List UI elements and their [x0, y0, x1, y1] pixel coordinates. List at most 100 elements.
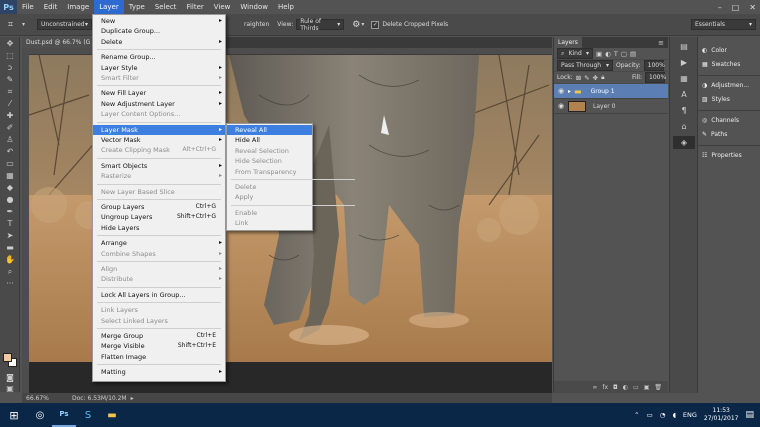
eye-icon[interactable]: ◉ [557, 102, 565, 110]
ratio-select[interactable]: Unconstrained ▾ [37, 19, 93, 30]
menu-item-lock-all-layers-in-group[interactable]: Lock All Layers in Group... [93, 290, 225, 300]
clock[interactable]: 11:53 27/01/2017 [704, 407, 739, 423]
file-explorer-icon[interactable]: ▬ [100, 403, 124, 427]
expand-arrow-icon[interactable]: ▸ [568, 88, 571, 95]
panel-channels[interactable]: ◎ Channels [698, 113, 760, 127]
menu-item-reveal-all[interactable]: Reveal All [227, 125, 312, 135]
panel-paths[interactable]: ✎ Paths [698, 127, 760, 141]
menu-filter[interactable]: Filter [181, 0, 208, 14]
menu-window[interactable]: Window [235, 0, 273, 14]
menu-item-new-fill-layer[interactable]: New Fill Layer ▸ [93, 88, 225, 98]
filter-smart-icon[interactable]: ▤ [630, 50, 636, 58]
battery-icon[interactable]: ▭ [647, 411, 653, 419]
foreground-color-swatch[interactable] [3, 353, 12, 362]
document-tab[interactable]: Dust.psd @ 66.7% (G [22, 37, 95, 48]
layer-row-group-1[interactable]: ◉ ▸ ▬ Group 1 [554, 84, 668, 99]
clone-stamp-tool-icon[interactable]: ♙ [3, 135, 17, 145]
notifications-icon[interactable]: ▤ [745, 410, 754, 420]
dodge-tool-icon[interactable]: ● [3, 195, 17, 205]
menu-select[interactable]: Select [150, 0, 182, 14]
zoom-level[interactable]: 66.67% [26, 395, 56, 402]
menu-item-hide-all[interactable]: Hide All [227, 135, 312, 145]
lock-pixels-icon[interactable]: ✎ [584, 74, 589, 82]
adjustment-icon[interactable]: ◐ [623, 384, 628, 391]
panel-adjustments[interactable]: ◑ Adjustmen... [698, 78, 760, 92]
tray-up-arrow-icon[interactable]: ⌃ [634, 411, 639, 419]
menu-item-merge-group[interactable]: Merge Group Ctrl+E [93, 331, 225, 341]
panel-styles[interactable]: ▨ Styles [698, 92, 760, 106]
fill-input[interactable]: 100% [645, 72, 666, 83]
crop-tool-icon[interactable]: ⌗ [3, 87, 17, 97]
layers-stack-icon[interactable]: ◈ [673, 136, 695, 149]
menu-item-vector-mask[interactable]: Vector Mask ▸ [93, 135, 225, 145]
menu-item-new[interactable]: New ▸ [93, 16, 225, 26]
trash-icon[interactable]: 🗑︎ [654, 384, 662, 391]
menu-item-ungroup-layers[interactable]: Ungroup Layers Shift+Ctrl+G [93, 212, 225, 222]
panel-color[interactable]: ◐ Color [698, 43, 760, 57]
menu-item-rename-group[interactable]: Rename Group... [93, 52, 225, 62]
character-icon[interactable]: A [673, 88, 695, 101]
gradient-tool-icon[interactable]: ▦ [3, 171, 17, 181]
lock-all-icon[interactable]: 🔒︎ [601, 73, 604, 82]
eyedropper-tool-icon[interactable]: ⁄ [3, 99, 17, 109]
chrome-icon[interactable]: ◎ [28, 403, 52, 427]
clone-source-icon[interactable]: ⌂ [673, 120, 695, 133]
tool-preset-chevron-icon[interactable]: ▾ [22, 21, 25, 28]
eraser-tool-icon[interactable]: ▭ [3, 159, 17, 169]
lasso-tool-icon[interactable]: ↄ [3, 63, 17, 73]
link-icon[interactable]: ∞ [592, 384, 597, 391]
language-indicator[interactable]: ENG [683, 411, 697, 419]
menu-image[interactable]: Image [62, 0, 94, 14]
shape-tool-icon[interactable]: ▬ [3, 243, 17, 253]
volume-icon[interactable]: ◖ [672, 411, 675, 419]
filter-kind-select[interactable]: ⌕ Kind ▾ [557, 48, 593, 59]
blur-tool-icon[interactable]: ◆ [3, 183, 17, 193]
skype-icon[interactable]: S [76, 403, 100, 427]
mask-icon[interactable]: ◘ [613, 384, 618, 391]
menu-item-hide-layers[interactable]: Hide Layers [93, 223, 225, 233]
history-brush-tool-icon[interactable]: ↶ [3, 147, 17, 157]
menu-item-arrange[interactable]: Arrange ▸ [93, 238, 225, 248]
menu-item-duplicate-group[interactable]: Duplicate Group... [93, 26, 225, 36]
blend-mode-select[interactable]: Pass Through ▾ [557, 60, 613, 71]
close-button[interactable]: ✕ [749, 3, 756, 12]
network-icon[interactable]: ◔ [660, 411, 666, 419]
layer-row-layer-0[interactable]: ◉ Layer 0 [554, 99, 668, 114]
gear-icon[interactable]: ⚙ [352, 20, 360, 30]
marquee-tool-icon[interactable]: ⬚ [3, 51, 17, 61]
paragraph-icon[interactable]: ¶ [673, 104, 695, 117]
menu-item-flatten-image[interactable]: Flatten Image [93, 352, 225, 362]
menu-item-layer-mask[interactable]: Layer Mask ▸ [93, 124, 225, 135]
maximize-button[interactable]: □ [732, 3, 740, 12]
layers-tab[interactable]: Layers [554, 37, 582, 48]
menu-item-smart-objects[interactable]: Smart Objects ▸ [93, 161, 225, 171]
panel-menu-icon[interactable]: ≡ [658, 39, 664, 47]
opacity-input[interactable]: 100% [643, 60, 665, 71]
quick-select-tool-icon[interactable]: ✎ [3, 75, 17, 85]
workspace-select[interactable]: Essentials ▾ [691, 19, 756, 30]
filter-adjustment-icon[interactable]: ◐ [605, 50, 611, 58]
menu-item-delete[interactable]: Delete ▸ [93, 37, 225, 47]
pen-tool-icon[interactable]: ✒ [3, 207, 17, 217]
panel-swatches[interactable]: ▦ Swatches [698, 57, 760, 71]
folder-icon[interactable]: ▭ [633, 384, 639, 391]
menu-item-matting[interactable]: Matting ▸ [93, 367, 225, 377]
menu-item-layer-style[interactable]: Layer Style ▸ [93, 63, 225, 73]
fx-icon[interactable]: fx [602, 384, 608, 391]
minimize-button[interactable]: – [718, 3, 722, 12]
menu-type[interactable]: Type [124, 0, 150, 14]
chevron-down-icon[interactable]: ▾ [361, 21, 364, 28]
hand-tool-icon[interactable]: ✋ [3, 255, 17, 265]
panel-properties[interactable]: ☷ Properties [698, 148, 760, 162]
windows-start-icon[interactable]: ⊞ [0, 403, 28, 427]
menu-item-merge-visible[interactable]: Merge Visible Shift+Ctrl+E [93, 341, 225, 351]
type-tool-icon[interactable]: T [3, 219, 17, 229]
delete-cropped-checkbox[interactable]: ✓ [371, 20, 380, 29]
status-menu-arrow-icon[interactable]: ▸ [131, 395, 134, 402]
menu-file[interactable]: File [17, 0, 39, 14]
menu-item-group-layers[interactable]: Group Layers Ctrl+G [93, 202, 225, 212]
brush-presets-icon[interactable]: ▦ [673, 72, 695, 85]
history-icon[interactable]: ▤ [673, 40, 695, 53]
move-tool-icon[interactable]: ✥ [3, 39, 17, 49]
eye-icon[interactable]: ◉ [557, 87, 565, 95]
